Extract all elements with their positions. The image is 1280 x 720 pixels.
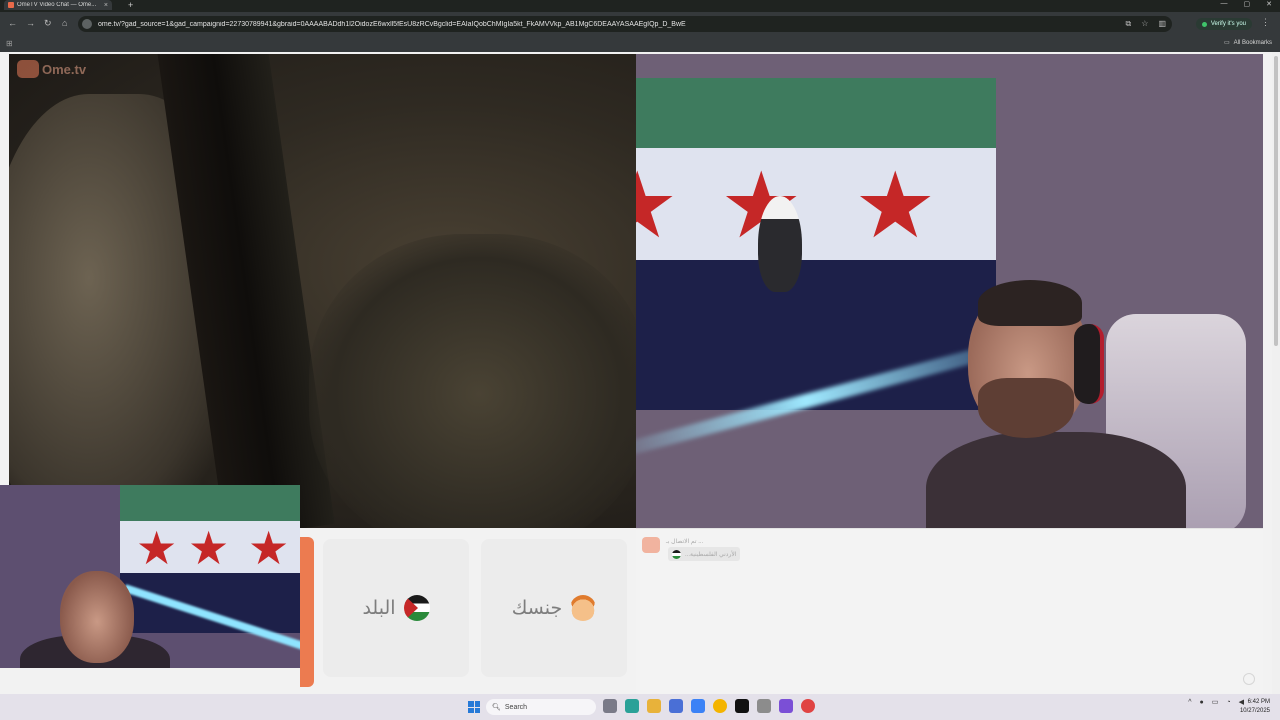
flag-star-icon: ★ bbox=[854, 155, 937, 257]
bookmark-star-icon[interactable]: ☆ bbox=[1141, 19, 1148, 29]
microphone-app-icon[interactable] bbox=[757, 699, 771, 713]
address-bar[interactable]: ome.tv/?gad_source=1&gad_campaignid=2273… bbox=[78, 16, 1172, 32]
clock-date: 10/27/2025 bbox=[1239, 708, 1270, 714]
jordan-flag-icon bbox=[672, 549, 681, 559]
new-tab-button[interactable]: + bbox=[128, 0, 133, 10]
reload-icon[interactable]: ↻ bbox=[44, 18, 52, 29]
gender-filter-button[interactable]: جنسك bbox=[481, 539, 627, 677]
url-text[interactable]: ome.tv/?gad_source=1&gad_campaignid=2273… bbox=[98, 21, 686, 28]
stranger-video: Ome.tv bbox=[9, 54, 636, 528]
site-info-icon[interactable] bbox=[82, 19, 92, 29]
flag-star-icon: ★ bbox=[136, 522, 178, 574]
maximize-button[interactable]: ▢ bbox=[1244, 0, 1251, 8]
app-icon[interactable] bbox=[779, 699, 793, 713]
app-icon[interactable] bbox=[691, 699, 705, 713]
chat-system-header: تم الاتصال بـ ... bbox=[666, 539, 704, 545]
video-shape bbox=[309, 234, 636, 528]
chat-panel: تم الاتصال بـ ... ...الأردني الفلسطينية bbox=[636, 528, 1263, 694]
taskbar-clock[interactable]: 6:42 PM 10/27/2025 bbox=[1240, 698, 1270, 716]
emoji-picker-icon[interactable] bbox=[1243, 673, 1255, 685]
minimize-button[interactable]: — bbox=[1221, 0, 1228, 8]
wifi-icon[interactable]: ◔ bbox=[1226, 699, 1230, 706]
page-scrollbar[interactable] bbox=[1272, 52, 1280, 694]
streamer-figure bbox=[926, 280, 1186, 528]
flag-star-icon: ★ bbox=[636, 155, 679, 257]
streamer-hair bbox=[978, 280, 1082, 326]
flag-star-icon: ★ bbox=[188, 522, 230, 574]
forward-icon[interactable]: → bbox=[26, 18, 35, 28]
person-emoji-icon bbox=[570, 595, 597, 621]
tray-expand-icon[interactable]: ^ bbox=[1188, 699, 1191, 706]
windows-start-icon[interactable] bbox=[468, 701, 480, 713]
tab-title: OmeTV Video Chat — Ome... bbox=[17, 2, 97, 8]
recording-app-icon[interactable] bbox=[801, 699, 815, 713]
chat-bot-icon bbox=[642, 537, 660, 553]
flag-white-band bbox=[636, 148, 996, 260]
eagle-figurine bbox=[758, 196, 802, 292]
verify-identity-chip[interactable]: Verify it's you bbox=[1195, 18, 1252, 30]
tab-ometv[interactable]: OmeTV Video Chat — Ome... × bbox=[4, 0, 112, 10]
streamer-video: ★ ★ ★ bbox=[636, 54, 1263, 528]
close-window-button[interactable]: ✕ bbox=[1266, 0, 1272, 8]
apps-grid-icon[interactable]: ⊞ bbox=[6, 39, 13, 48]
taskbar-search-label: Search bbox=[504, 703, 528, 711]
bookmarks-bar: ⊞ ▭ All Bookmarks bbox=[0, 36, 1280, 52]
side-panel-icon[interactable]: ▥ bbox=[1158, 19, 1166, 29]
syrian-flag-backdrop: ★ ★ ★ bbox=[120, 485, 300, 633]
streamer-body bbox=[926, 432, 1186, 528]
back-icon[interactable]: ← bbox=[8, 18, 17, 28]
country-filter-button[interactable]: البلد bbox=[323, 539, 469, 677]
verify-status-icon bbox=[1201, 21, 1207, 27]
task-view-icon[interactable] bbox=[603, 699, 617, 713]
flag-black-band bbox=[636, 260, 996, 410]
country-filter-label: البلد bbox=[362, 597, 396, 619]
store-icon[interactable] bbox=[669, 699, 683, 713]
address-bar-actions: ⧉ ☆ ▥ bbox=[1126, 19, 1166, 29]
windows-taskbar: 🔍︎ Search ^ ● ▭ ◔ ◀ 6:42 PM 10/27/2025 bbox=[0, 694, 1280, 720]
syrian-flag-backdrop: ★ ★ ★ bbox=[636, 78, 996, 410]
headset bbox=[1074, 324, 1104, 404]
flag-black-band bbox=[120, 573, 300, 633]
jordan-flag-icon bbox=[403, 595, 430, 621]
network-icon[interactable]: ▭ bbox=[1212, 698, 1219, 706]
all-bookmarks-label: All Bookmarks bbox=[1233, 39, 1272, 46]
chat-message-text: ...الأردني الفلسطينية bbox=[685, 551, 737, 558]
install-app-icon[interactable]: ⧉ bbox=[1126, 19, 1132, 29]
ometv-logo-icon bbox=[17, 60, 39, 78]
folder-icon: ▭ bbox=[1223, 40, 1230, 46]
streamer-head bbox=[60, 571, 134, 663]
all-bookmarks-button[interactable]: ▭ All Bookmarks bbox=[1223, 39, 1272, 47]
window-controls: — ▢ ✕ bbox=[1221, 0, 1273, 8]
streamer-beard bbox=[978, 378, 1074, 438]
scrollbar-thumb[interactable] bbox=[1274, 56, 1278, 346]
verify-label: Verify it's you bbox=[1210, 21, 1246, 27]
ometv-logo: Ome.tv bbox=[17, 60, 86, 78]
home-icon[interactable]: ⌂ bbox=[62, 18, 67, 28]
chat-system-message: ...الأردني الفلسطينية bbox=[668, 547, 741, 561]
tab-strip: OmeTV Video Chat — Ome... × + — ▢ ✕ bbox=[0, 0, 1280, 12]
start-button-edge[interactable] bbox=[300, 537, 314, 687]
gender-filter-label: جنسك bbox=[511, 597, 563, 619]
search-icon: 🔍︎ bbox=[492, 704, 501, 711]
self-camera-overlay: ★ ★ ★ bbox=[0, 485, 300, 668]
browser-menu-icon[interactable]: ⋮ bbox=[1261, 17, 1270, 28]
microphone-icon[interactable]: ● bbox=[1200, 699, 1204, 706]
flag-green-band bbox=[120, 485, 300, 521]
clock-time: 6:42 PM bbox=[1247, 699, 1270, 705]
tiktok-icon[interactable] bbox=[735, 699, 749, 713]
flag-green-band bbox=[636, 78, 996, 148]
chrome-icon[interactable] bbox=[713, 699, 727, 713]
taskbar-apps bbox=[603, 699, 815, 713]
logo-text: Ome.tv bbox=[42, 61, 87, 77]
ometv-favicon-icon bbox=[8, 2, 14, 8]
edge-icon[interactable] bbox=[625, 699, 639, 713]
taskbar-search[interactable]: 🔍︎ Search bbox=[486, 699, 596, 715]
file-explorer-icon[interactable] bbox=[647, 699, 661, 713]
tab-close-icon[interactable]: × bbox=[104, 2, 108, 9]
system-tray: ^ ● ▭ ◔ ◀ bbox=[1188, 698, 1244, 707]
flag-star-icon: ★ bbox=[248, 522, 290, 574]
